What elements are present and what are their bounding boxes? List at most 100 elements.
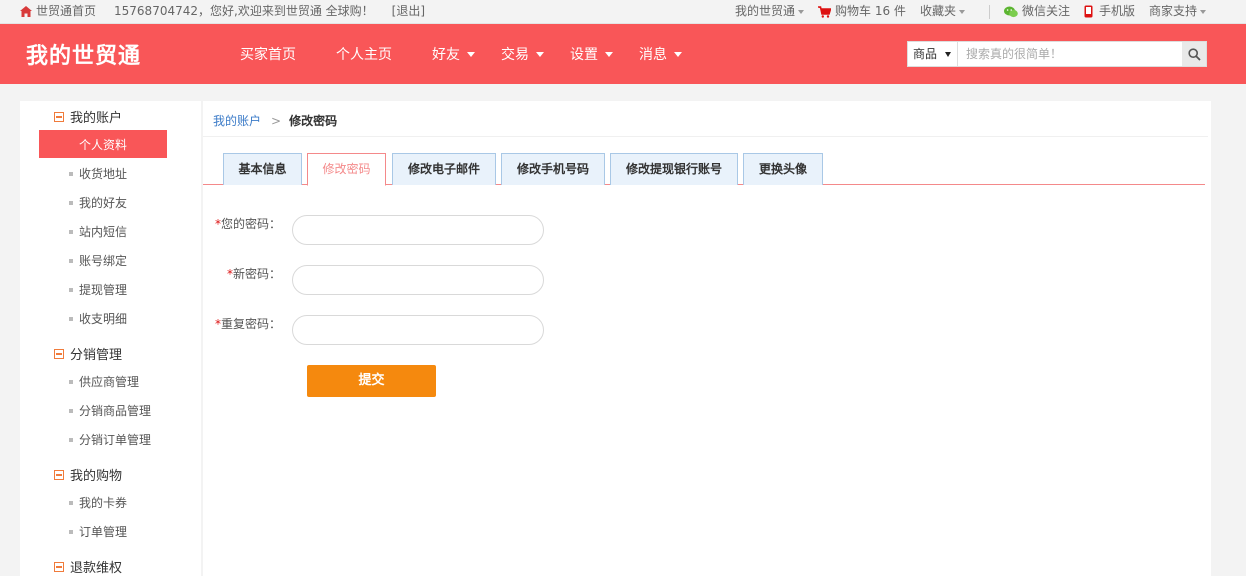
sidebar-item-messages[interactable]: 站内短信 [69, 223, 127, 240]
sidebar-item-label: 收货地址 [79, 167, 128, 181]
nav-trade-label: 交易 [501, 47, 529, 63]
chevron-down-icon [1200, 9, 1206, 14]
nav-settings-label: 设置 [570, 47, 598, 63]
chevron-down-icon [674, 51, 682, 57]
sidebar-item-label: 我的好友 [79, 196, 128, 210]
sidebar-item-label: 订单管理 [79, 525, 128, 539]
my-shimaotong-label: 我的世贸通 [734, 4, 795, 18]
merchant-support-label: 商家支持 [1148, 4, 1197, 18]
sidebar-item-label: 账号绑定 [79, 254, 128, 268]
collapse-icon [54, 469, 64, 480]
collapse-icon [54, 561, 64, 572]
submit-button[interactable]: 提交 [307, 365, 436, 397]
nav-buyer-home[interactable]: 买家首页 [240, 44, 296, 64]
nav-settings[interactable]: 设置 [570, 44, 613, 64]
repeat-password-field[interactable] [292, 315, 544, 345]
cart-icon [817, 5, 831, 18]
merchant-support-menu[interactable]: 商家支持 [1149, 0, 1206, 23]
bullet-icon [69, 287, 73, 292]
chevron-down-icon [958, 9, 965, 14]
sidebar-item-statement[interactable]: 收支明细 [69, 310, 127, 327]
sidebar-item-label: 分销商品管理 [79, 404, 152, 418]
search-category-select[interactable]: 商品 [908, 42, 958, 66]
sidebar-item-label: 提现管理 [79, 283, 128, 297]
search-box: 商品 [907, 41, 1207, 67]
breadcrumb: 我的账户 > 修改密码 [203, 105, 1208, 137]
chevron-down-icon [797, 9, 804, 14]
cart-count: 16 [874, 4, 891, 18]
sidebar-section-refunds[interactable]: 退款维权 [54, 557, 122, 576]
repeat-password-row: *重复密码： [203, 315, 803, 345]
sidebar-item-withdraw[interactable]: 提现管理 [69, 281, 127, 298]
sidebar-section-title: 我的账户 [70, 111, 123, 126]
nav-personal-home[interactable]: 个人主页 [336, 44, 392, 64]
sidebar-section-shopping[interactable]: 我的购物 [54, 465, 122, 484]
sidebar-section-title: 分销管理 [70, 348, 123, 363]
tab-change-bank-account[interactable]: 修改提现银行账号 [610, 153, 738, 185]
sidebar-item-dist-products[interactable]: 分销商品管理 [69, 402, 151, 419]
wechat-icon [1003, 6, 1018, 17]
sidebar-item-dist-orders[interactable]: 分销订单管理 [69, 431, 151, 448]
sidebar-item-label: 我的卡券 [79, 496, 128, 510]
current-password-label: *您的密码： [215, 215, 281, 233]
new-password-field[interactable] [292, 265, 544, 295]
tab-change-phone[interactable]: 修改手机号码 [501, 153, 605, 185]
cart-link[interactable]: 购物车 16 件 [817, 0, 906, 23]
site-logo[interactable]: 我的世贸通 [26, 38, 141, 70]
sidebar-item-orders[interactable]: 订单管理 [69, 523, 127, 540]
sidebar-section-title: 退款维权 [70, 561, 123, 576]
bullet-icon [69, 500, 73, 505]
repeat-password-label: *重复密码： [215, 315, 281, 333]
sidebar-section-distribution[interactable]: 分销管理 [54, 344, 122, 363]
bullet-icon [69, 529, 73, 534]
logout-link[interactable]: [退出] [392, 0, 425, 23]
search-input[interactable] [958, 42, 1182, 66]
sidebar-item-binding[interactable]: 账号绑定 [69, 252, 127, 269]
search-category-value: 商品 [913, 47, 938, 61]
sidebar-item-profile[interactable]: 个人资料 [39, 130, 167, 158]
new-password-label: *新密码： [227, 265, 281, 283]
bullet-icon [69, 437, 73, 442]
nav-trade[interactable]: 交易 [501, 44, 544, 64]
nav-messages[interactable]: 消息 [639, 44, 682, 64]
mobile-link[interactable]: 手机版 [1084, 0, 1135, 23]
bullet-icon [69, 316, 73, 321]
search-icon [1187, 47, 1201, 61]
bullet-icon [69, 408, 73, 413]
cart-label: 购物车 [834, 4, 871, 18]
cart-unit: 件 [893, 4, 906, 18]
sidebar-item-label: 分销订单管理 [79, 433, 152, 447]
sidebar-item-coupons[interactable]: 我的卡券 [69, 494, 127, 511]
sidebar: 我的账户 个人资料 收货地址 我的好友 站内短信 账号绑定 提现管理 收支明细 … [20, 101, 201, 576]
home-link[interactable]: 世贸通首页 [36, 0, 96, 23]
phone-icon [1084, 5, 1093, 18]
favorites-menu[interactable]: 收藏夹 [920, 0, 965, 23]
tab-change-avatar[interactable]: 更换头像 [743, 153, 823, 185]
main-content: 我的账户 > 修改密码 基本信息 修改密码 修改电子邮件 修改手机号码 修改提现银行… [203, 101, 1211, 576]
sidebar-item-address[interactable]: 收货地址 [69, 165, 127, 182]
greeting-text: 15768704742，您好,欢迎来到世贸通 全球购！ [114, 4, 374, 18]
search-button[interactable] [1182, 42, 1206, 66]
top-bar: 世贸通首页 15768704742，您好,欢迎来到世贸通 全球购！ [退出] 我… [0, 0, 1246, 24]
wechat-link[interactable]: 微信关注 [1003, 0, 1070, 23]
current-password-row: *您的密码： [203, 215, 803, 245]
bullet-icon [69, 171, 73, 176]
tab-change-password[interactable]: 修改密码 [307, 153, 386, 186]
divider [988, 4, 990, 19]
bullet-icon [69, 379, 73, 384]
wechat-label: 微信关注 [1021, 4, 1070, 18]
sidebar-item-label: 供应商管理 [79, 375, 140, 389]
new-password-label-text: 新密码： [232, 267, 281, 281]
nav-friends-label: 好友 [432, 47, 460, 63]
sidebar-item-friends[interactable]: 我的好友 [69, 194, 127, 211]
bullet-icon [69, 229, 73, 234]
nav-friends[interactable]: 好友 [432, 44, 475, 64]
tab-change-email[interactable]: 修改电子邮件 [392, 153, 496, 185]
my-shimaotong-menu[interactable]: 我的世贸通 [735, 0, 804, 23]
breadcrumb-account-link[interactable]: 我的账户 [213, 114, 261, 128]
sidebar-section-account[interactable]: 我的账户 [54, 107, 122, 126]
sidebar-item-suppliers[interactable]: 供应商管理 [69, 373, 139, 390]
tab-basic-info[interactable]: 基本信息 [223, 153, 302, 185]
current-password-label-text: 您的密码： [220, 217, 281, 231]
current-password-field[interactable] [292, 215, 544, 245]
